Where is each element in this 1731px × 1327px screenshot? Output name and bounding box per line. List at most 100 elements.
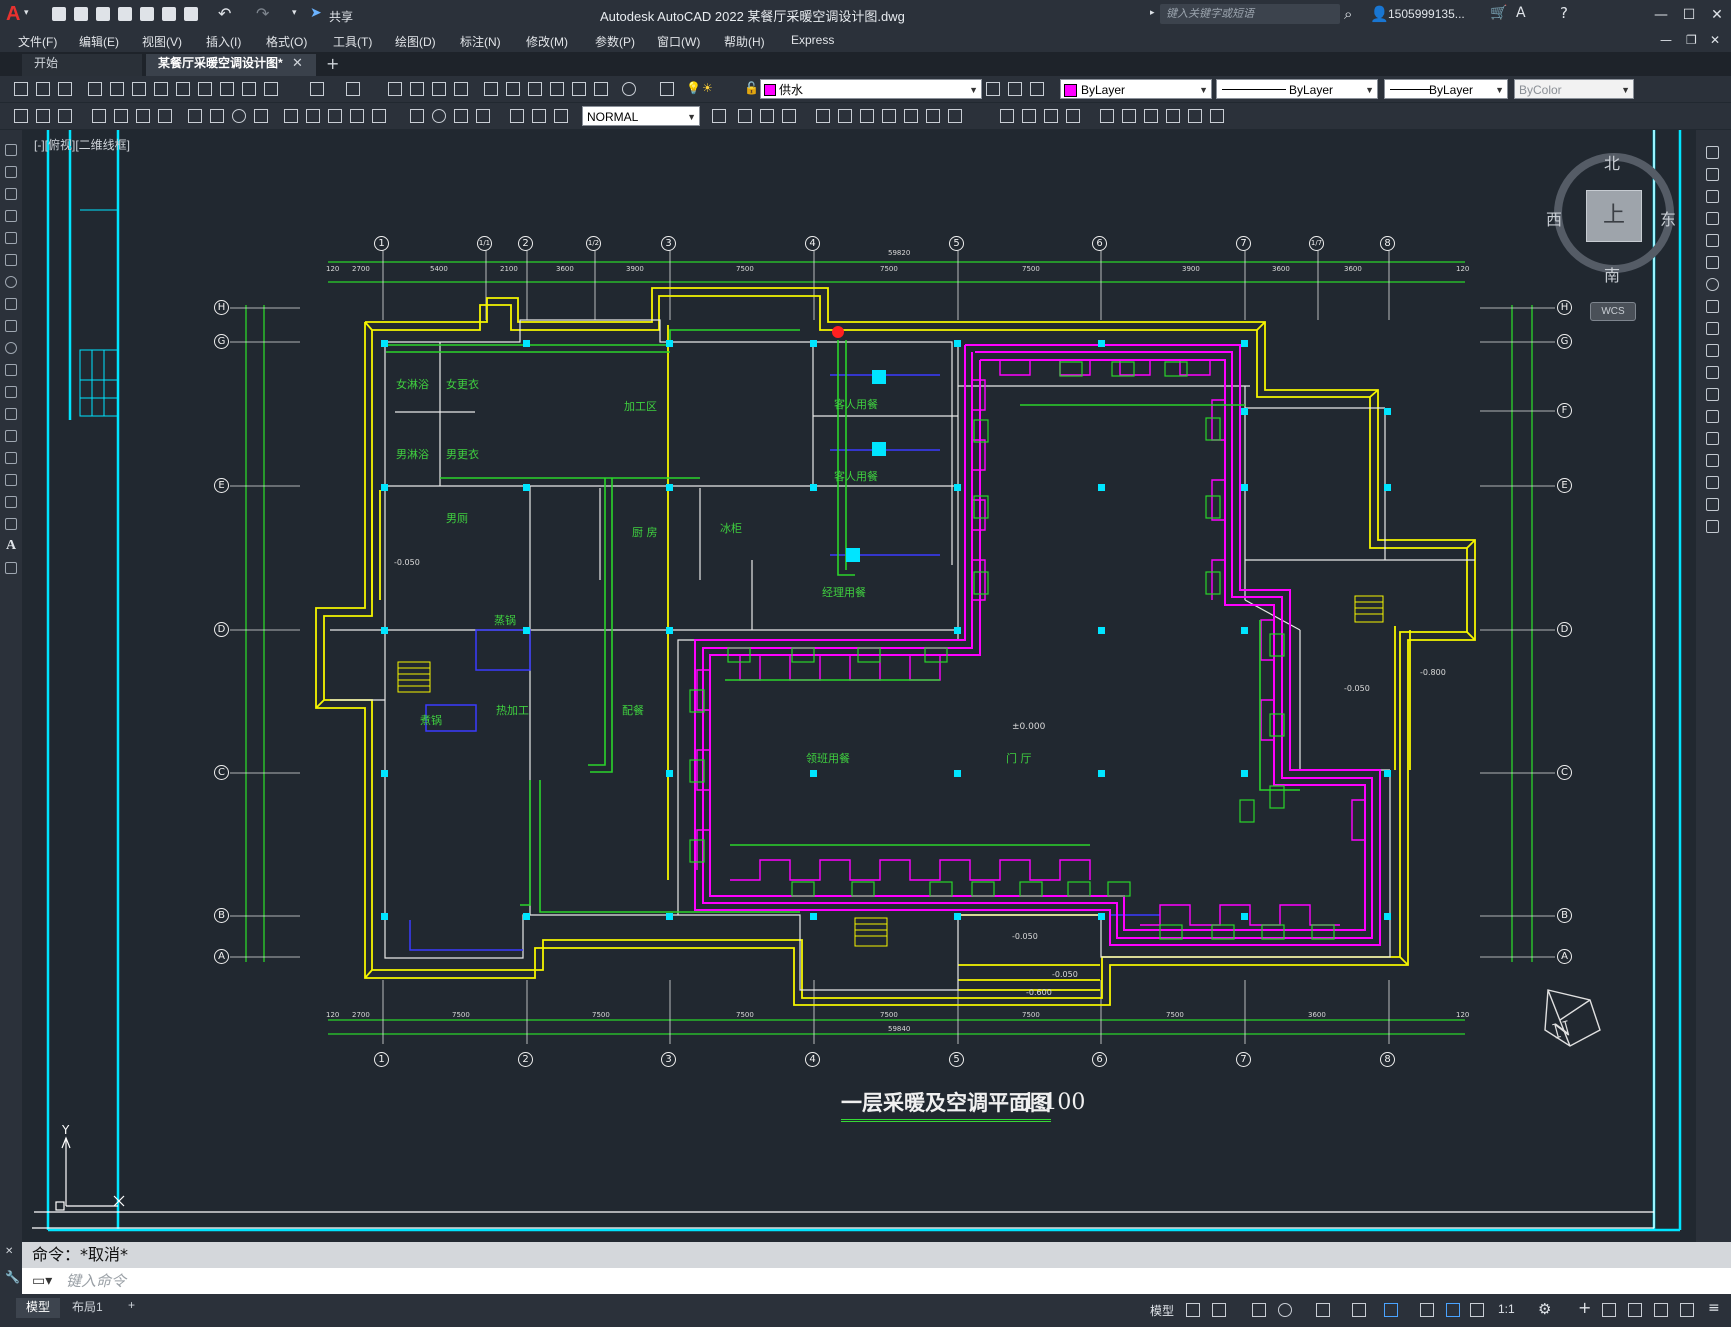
mirror-icon[interactable] bbox=[860, 109, 874, 123]
redo-icon[interactable]: ↷ bbox=[256, 4, 269, 23]
customize-qat-icon[interactable]: ▾ bbox=[292, 8, 297, 18]
dim-style-icon[interactable] bbox=[36, 109, 50, 123]
properties-icon[interactable] bbox=[484, 82, 498, 96]
compass-north[interactable]: 北 bbox=[1604, 150, 1620, 174]
publish-icon[interactable] bbox=[132, 82, 146, 96]
customize-statusbar-icon[interactable]: ≡ bbox=[1708, 1300, 1720, 1316]
jogged-dim-icon[interactable] bbox=[210, 109, 224, 123]
tab-drawing[interactable]: 某餐厅采暖空调设计图* bbox=[146, 54, 316, 76]
pan-icon[interactable] bbox=[388, 82, 402, 96]
tab-model[interactable]: 模型 bbox=[16, 1298, 61, 1318]
rotate-icon[interactable] bbox=[948, 109, 962, 123]
menu-format[interactable]: 格式(O) bbox=[266, 33, 307, 50]
ellipse-arc-icon[interactable] bbox=[5, 364, 17, 376]
object-snap-icon[interactable] bbox=[1384, 1303, 1398, 1317]
explode-palette-icon[interactable] bbox=[1706, 520, 1719, 533]
units-icon[interactable] bbox=[1602, 1303, 1616, 1317]
layer-previous-icon[interactable] bbox=[1008, 82, 1022, 96]
recent-commands-icon[interactable]: ▭▾ bbox=[32, 1273, 52, 1289]
restore-button[interactable]: ☐ bbox=[1676, 4, 1702, 26]
color-dropdown[interactable]: ByLayer ▼ bbox=[1060, 79, 1212, 99]
snap-mode-icon[interactable] bbox=[1212, 1303, 1226, 1317]
array-icon[interactable] bbox=[904, 109, 918, 123]
quick-properties-icon[interactable] bbox=[1628, 1303, 1642, 1317]
scale-icon[interactable] bbox=[1000, 109, 1014, 123]
break-point-palette-icon[interactable] bbox=[1706, 388, 1719, 401]
copy-obj-icon[interactable] bbox=[838, 109, 852, 123]
plotstyle-dropdown[interactable]: ByColor ▼ bbox=[1514, 79, 1634, 99]
layer-unlock-icon[interactable]: 🔓 bbox=[744, 81, 759, 95]
design-center-icon[interactable] bbox=[506, 82, 520, 96]
calculator-icon[interactable] bbox=[594, 82, 608, 96]
dim-update-icon[interactable] bbox=[554, 109, 568, 123]
dim-edit-icon[interactable] bbox=[510, 109, 524, 123]
wcs-menu[interactable]: WCS bbox=[1590, 302, 1636, 321]
scale-palette-icon[interactable] bbox=[1706, 300, 1719, 313]
stretch-palette-icon[interactable] bbox=[1706, 322, 1719, 335]
tab-start[interactable]: 开始 bbox=[22, 54, 142, 76]
join-icon[interactable] bbox=[1122, 109, 1136, 123]
inspection-icon[interactable] bbox=[454, 109, 468, 123]
compass-east[interactable]: 东 bbox=[1660, 206, 1676, 230]
construction-line-icon[interactable] bbox=[5, 166, 17, 178]
plot-icon[interactable] bbox=[184, 7, 198, 21]
doc-restore-button[interactable]: ❐ bbox=[1686, 33, 1697, 47]
redo-tb-icon[interactable] bbox=[346, 82, 360, 96]
chamfer-icon[interactable] bbox=[1144, 109, 1158, 123]
draworder-back-icon[interactable] bbox=[760, 109, 774, 123]
menu-express[interactable]: Express bbox=[791, 33, 834, 47]
linear-dim-icon[interactable] bbox=[92, 109, 106, 123]
open-web-icon[interactable] bbox=[140, 7, 154, 21]
hatch-icon[interactable] bbox=[5, 452, 17, 464]
make-block-icon[interactable] bbox=[5, 408, 17, 420]
doc-close-button[interactable]: ✕ bbox=[1710, 33, 1720, 47]
continue-dim-icon[interactable] bbox=[328, 109, 342, 123]
workspace-gear-icon[interactable]: ⚙ bbox=[1538, 1300, 1551, 1318]
viewcube-top-face[interactable]: 上 bbox=[1586, 190, 1642, 242]
qnew-icon[interactable] bbox=[14, 82, 28, 96]
quick-dim-icon[interactable] bbox=[284, 109, 298, 123]
menu-insert[interactable]: 插入(I) bbox=[206, 33, 241, 50]
layer-thaw-icon[interactable]: ☀ bbox=[702, 81, 713, 95]
preview-icon[interactable] bbox=[110, 82, 124, 96]
draworder-above-icon[interactable] bbox=[782, 109, 796, 123]
match-prop-icon[interactable] bbox=[242, 82, 256, 96]
ellipse-icon[interactable] bbox=[5, 342, 17, 354]
table-style-icon[interactable] bbox=[58, 109, 72, 123]
autocad-logo-icon[interactable]: A bbox=[6, 3, 20, 26]
auto-scale-icon[interactable] bbox=[1470, 1303, 1484, 1317]
blend-palette-icon[interactable] bbox=[1706, 498, 1719, 511]
search-icon[interactable]: ⌕ bbox=[1344, 5, 1352, 23]
viewport-controls[interactable]: [-][俯视][二维线框] bbox=[34, 136, 130, 153]
new-file-icon[interactable] bbox=[52, 7, 66, 21]
zoom-previous-icon[interactable] bbox=[454, 82, 468, 96]
trim-icon[interactable] bbox=[1044, 109, 1058, 123]
dim-space-icon[interactable] bbox=[350, 109, 364, 123]
save-as-icon[interactable] bbox=[118, 7, 132, 21]
fillet-icon[interactable] bbox=[1166, 109, 1180, 123]
drawing-canvas[interactable]: Y N 1 1/1 2 1/2 3 4 5 6 7 1/7 8 1 2 3 4 … bbox=[22, 130, 1696, 1242]
undo-icon[interactable]: ↶ bbox=[218, 4, 231, 23]
new-tab-button[interactable]: + bbox=[326, 54, 339, 73]
minimize-button[interactable]: — bbox=[1648, 4, 1674, 26]
ordinate-dim-icon[interactable] bbox=[158, 109, 172, 123]
copy-palette-icon[interactable] bbox=[1706, 168, 1719, 181]
radius-dim-icon[interactable] bbox=[188, 109, 202, 123]
compass-west[interactable]: 西 bbox=[1546, 206, 1562, 230]
diameter-dim-icon[interactable] bbox=[232, 109, 246, 123]
aligned-dim-icon[interactable] bbox=[114, 109, 128, 123]
text-style-icon[interactable] bbox=[14, 109, 28, 123]
share-button[interactable]: 共享 bbox=[329, 8, 353, 25]
doc-minimize-button[interactable]: — bbox=[1660, 33, 1672, 47]
erase-icon[interactable] bbox=[816, 109, 830, 123]
region-icon[interactable] bbox=[5, 496, 17, 508]
menu-tools[interactable]: 工具(T) bbox=[333, 33, 372, 50]
lineweight-display-icon[interactable] bbox=[1420, 1303, 1434, 1317]
paste-icon[interactable] bbox=[220, 82, 234, 96]
open-file-icon[interactable] bbox=[74, 7, 88, 21]
revcloud-icon[interactable] bbox=[5, 298, 17, 310]
close-command-icon[interactable]: ✕ bbox=[5, 1246, 13, 1257]
menu-parametric[interactable]: 参数(P) bbox=[595, 33, 635, 50]
polygon-icon[interactable] bbox=[5, 210, 17, 222]
chamfer-palette-icon[interactable] bbox=[1706, 454, 1719, 467]
